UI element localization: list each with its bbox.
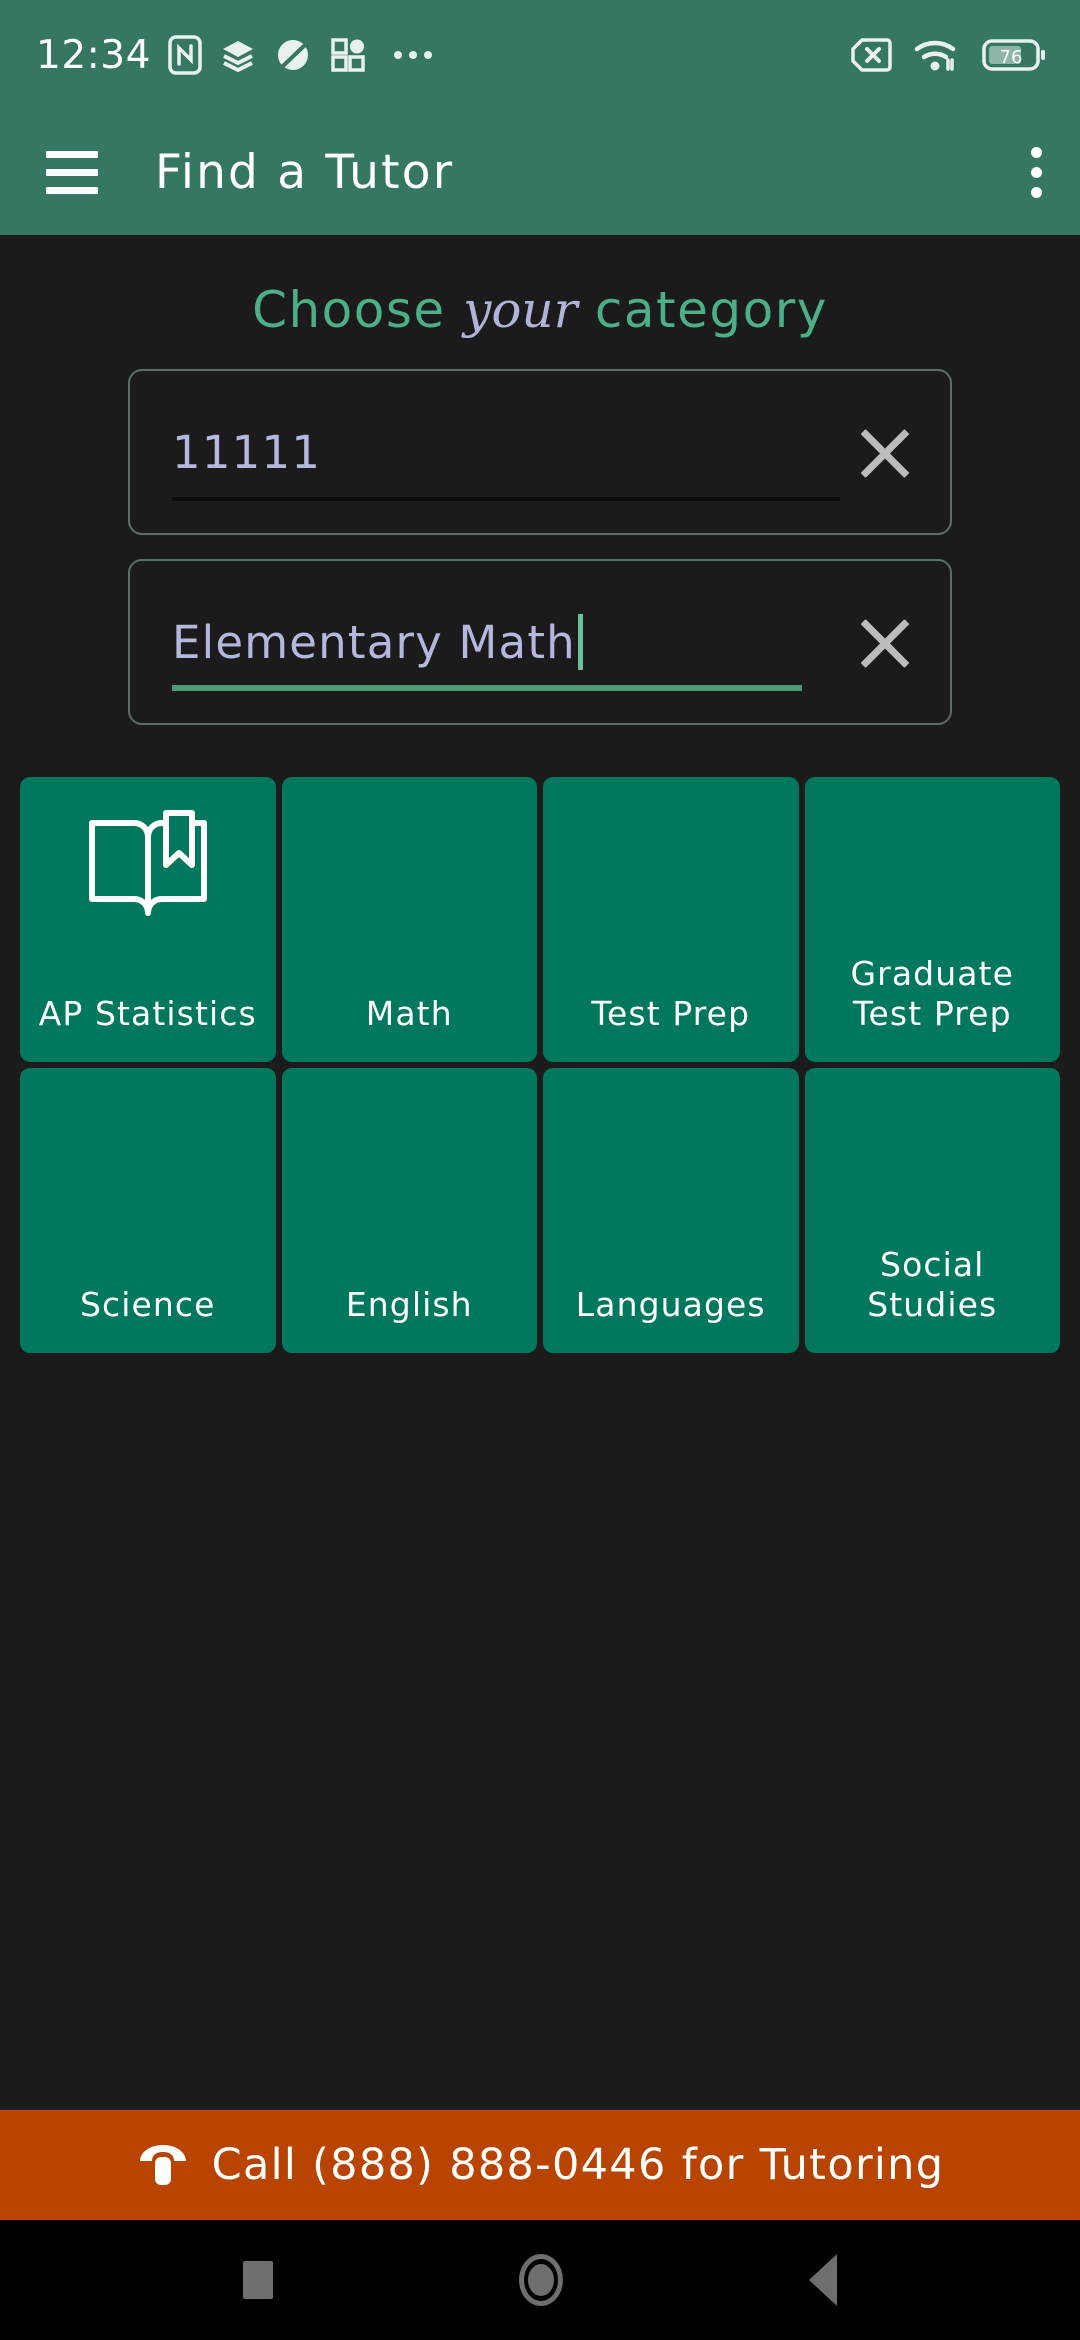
category-label: Math [365,993,453,1033]
subject-value: Elementary Math [172,615,576,669]
section-heading: Choose your category [0,235,1080,369]
layers-icon [222,41,253,72]
status-bar: 12:34 76 [0,0,1080,110]
heading-emphasis: your [463,281,578,339]
zip-code-clear-icon[interactable] [848,415,922,489]
text-cursor [577,614,583,670]
wifi-icon [914,40,956,71]
android-nav-bar [0,2220,1080,2340]
category-grid: AP Statistics Math Test Prep Graduate Te… [0,749,1080,1353]
recents-square-icon[interactable] [243,2261,273,2299]
category-label: English [345,1284,473,1324]
category-tile-graduate-test-prep[interactable]: Graduate Test Prep [804,777,1060,1062]
category-tile-social-studies[interactable]: Social Studies [804,1068,1060,1353]
category-label: Science [79,1284,216,1324]
grid-apps-icon [331,38,365,72]
sim-card-off-icon [851,38,892,72]
circle-slash-icon [277,40,308,70]
category-tile-math[interactable]: Math [281,777,537,1062]
page-title: Find a Tutor [155,145,455,200]
heading-part2: category [577,281,828,339]
category-tile-science[interactable]: Science [20,1068,276,1353]
open-book-bookmark-icon [20,809,276,929]
subject-input-area[interactable]: Elementary Math [152,561,840,723]
category-tile-ap-statistics[interactable]: AP Statistics [20,777,276,1062]
category-label: Languages [575,1284,766,1324]
back-triangle-icon[interactable] [809,2254,837,2306]
subject-field[interactable]: Elementary Math [128,559,952,725]
battery-icon: 76 [982,39,1045,71]
status-bar-left: 12:34 [36,33,432,78]
status-bar-right: 76 [850,36,1046,74]
home-circle-icon[interactable] [519,2254,563,2306]
call-banner-text: Call (888) 888-0446 for Tutoring [211,2140,945,2190]
subject-clear-icon[interactable] [848,605,922,679]
category-tile-english[interactable]: English [281,1068,537,1353]
zip-code-input-area[interactable]: 11111 [152,371,840,533]
zip-code-underline [172,497,840,501]
nfc-icon [168,35,202,75]
more-dots-icon [393,51,432,59]
category-label: Test Prep [591,993,751,1033]
status-time: 12:34 [36,32,151,78]
category-label: Graduate Test Prep [850,953,1014,1033]
zip-code-field[interactable]: 11111 [128,369,952,535]
heading-part1: Choose [252,281,464,339]
category-tile-test-prep[interactable]: Test Prep [543,777,799,1062]
more-vertical-icon[interactable] [1031,147,1042,198]
category-label: AP Statistics [38,993,257,1033]
telephone-icon [139,2145,186,2185]
app-bar: Find a Tutor [0,110,1080,235]
main-content: Choose your category 11111 Elementary Ma… [0,235,1080,1353]
hamburger-menu-icon[interactable] [46,151,98,194]
subject-underline [172,685,802,691]
battery-level-text: 76 [1000,47,1023,68]
call-tutoring-banner[interactable]: Call (888) 888-0446 for Tutoring [0,2110,1080,2220]
category-label: Social Studies [867,1244,998,1324]
category-tile-languages[interactable]: Languages [543,1068,799,1353]
zip-code-value: 11111 [172,425,322,479]
